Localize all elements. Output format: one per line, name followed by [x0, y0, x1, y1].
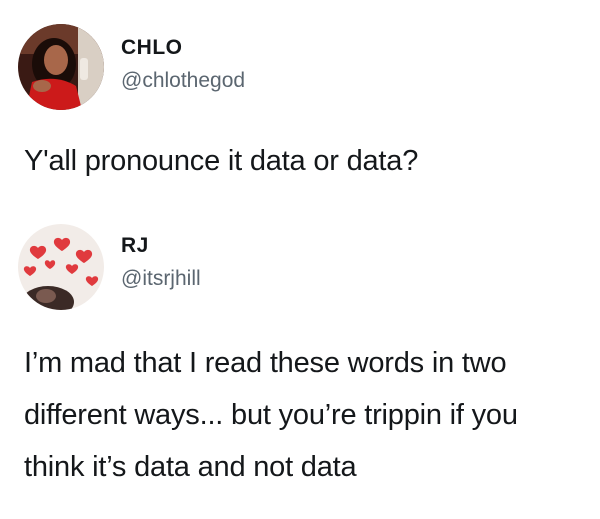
- avatar-chlo[interactable]: [18, 24, 104, 110]
- display-name[interactable]: RJ: [121, 234, 149, 258]
- user-handle[interactable]: @chlothegod: [121, 69, 245, 93]
- tweet: RJ @itsrjhill I’m mad that I read these …: [0, 210, 600, 519]
- avatar-rj[interactable]: [18, 224, 104, 310]
- tweet: CHLO @chlothegod Y'all pronounce it data…: [0, 0, 600, 210]
- display-name[interactable]: CHLO: [121, 36, 183, 60]
- tweet-text: Y'all pronounce it data or data?: [24, 145, 419, 177]
- tweet-text: I’m mad that I read these words in two d…: [24, 347, 518, 483]
- user-handle[interactable]: @itsrjhill: [121, 267, 201, 291]
- profile-photo-icon: [18, 224, 104, 310]
- profile-photo-icon: [18, 24, 104, 110]
